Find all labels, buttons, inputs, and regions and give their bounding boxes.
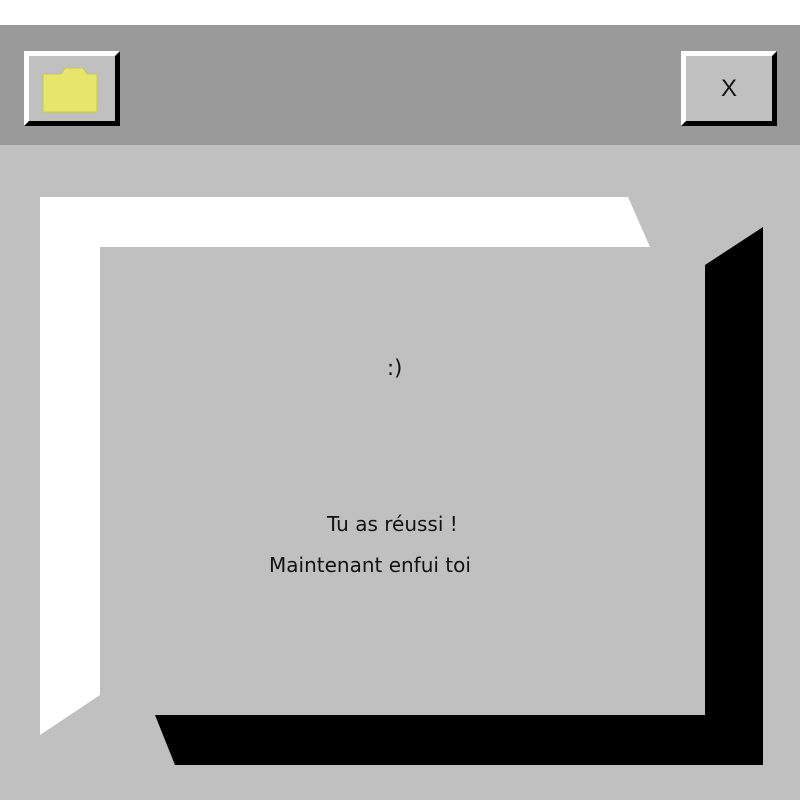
success-message: Tu as réussi ! bbox=[327, 512, 458, 536]
frame-shadow bbox=[155, 227, 763, 765]
smiley-text: :) bbox=[387, 356, 403, 380]
frame-highlight bbox=[40, 197, 650, 735]
flee-message: Maintenant enfui toi bbox=[269, 553, 471, 577]
bevel-frame bbox=[40, 197, 763, 765]
